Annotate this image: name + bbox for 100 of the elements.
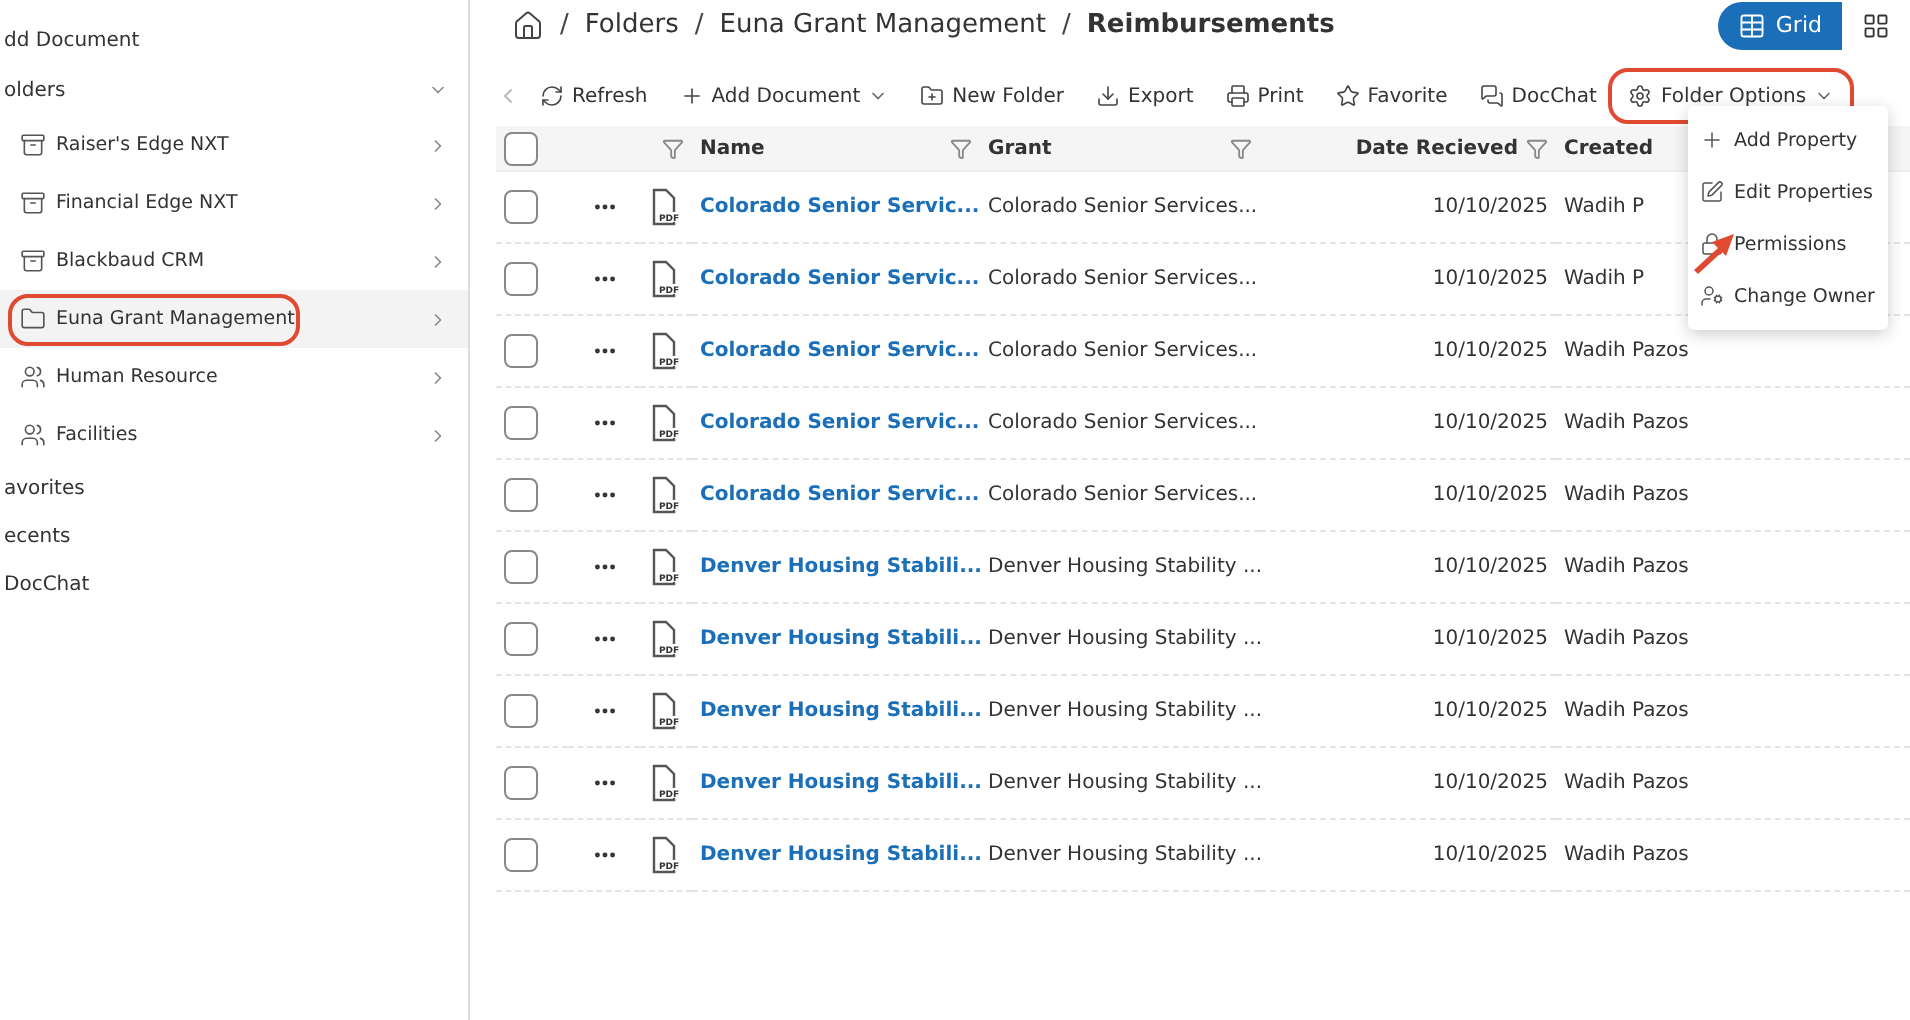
breadcrumb-link[interactable]: Reimbursements xyxy=(1086,10,1335,40)
menu-item[interactable]: Edit Properties xyxy=(1688,166,1888,218)
sidebar-item[interactable]: Financial Edge NXT xyxy=(0,174,468,232)
sidebar-item-label: Facilities xyxy=(56,424,140,446)
document-link[interactable]: Colorado Senior Servic... xyxy=(700,484,980,506)
menu-item[interactable]: Permissions xyxy=(1688,218,1888,270)
sidebar-item-label: Human Resource xyxy=(56,366,220,388)
filter-icon[interactable] xyxy=(1230,137,1252,159)
sidebar-item[interactable]: Facilities xyxy=(0,406,468,464)
sidebar-link[interactable]: ecents xyxy=(0,512,468,560)
row-checkbox[interactable] xyxy=(504,190,538,224)
tiles-icon xyxy=(1862,11,1890,39)
document-link[interactable]: Denver Housing Stabili... xyxy=(700,556,980,578)
chat-icon xyxy=(1479,84,1504,108)
row-checkbox[interactable] xyxy=(504,838,538,872)
toolbar-button[interactable]: Add Document xyxy=(667,74,901,118)
table-cell: Denver Housing Stability ... xyxy=(988,628,1260,650)
document-link[interactable]: Denver Housing Stabili... xyxy=(700,700,980,722)
table-cell: Wadih Pazos xyxy=(1564,340,1689,362)
table-icon xyxy=(1737,11,1766,39)
document-link[interactable]: Denver Housing Stabili... xyxy=(700,772,980,794)
row-checkbox[interactable] xyxy=(504,622,538,656)
table-cell: Denver Housing Stability ... xyxy=(988,844,1260,866)
refresh-icon xyxy=(540,84,564,108)
sidebar-item[interactable]: Raiser's Edge NXT xyxy=(0,116,468,174)
sidebar-link[interactable]: dd Document xyxy=(0,16,468,64)
table-cell: 10/10/2025 xyxy=(1432,484,1548,506)
row-checkbox[interactable] xyxy=(504,406,538,440)
document-link[interactable]: Colorado Senior Servic... xyxy=(700,196,980,218)
toolbar-button[interactable]: Export xyxy=(1084,74,1206,118)
filter-icon[interactable] xyxy=(1526,137,1548,159)
table-cell: Colorado Senior Services... xyxy=(988,340,1258,362)
select-all-checkbox[interactable] xyxy=(504,131,538,165)
table-cell: 10/10/2025 xyxy=(1432,268,1548,290)
row-checkbox[interactable] xyxy=(504,334,538,368)
document-link[interactable]: Colorado Senior Servic... xyxy=(700,412,980,434)
toolbar-button[interactable]: Favorite xyxy=(1323,74,1460,118)
table-cell: Colorado Senior Services... xyxy=(988,196,1258,218)
table-cell: Wadih Pazos xyxy=(1564,628,1689,650)
sidebar-item[interactable]: Human Resource xyxy=(0,348,468,406)
row-checkbox[interactable] xyxy=(504,478,538,512)
toolbar-button[interactable]: DocChat xyxy=(1467,74,1609,118)
row-checkbox[interactable] xyxy=(504,262,538,296)
document-link[interactable]: Denver Housing Stabili... xyxy=(700,844,980,866)
column-header[interactable]: Grant xyxy=(988,137,1052,159)
breadcrumb-link[interactable]: Euna Grant Management xyxy=(719,10,1047,40)
table-cell: Wadih Pazos xyxy=(1564,556,1689,578)
table-cell: 10/10/2025 xyxy=(1432,700,1548,722)
row-checkbox[interactable] xyxy=(504,694,538,728)
filter-icon[interactable] xyxy=(950,137,972,159)
view-toggle-button[interactable]: Grid xyxy=(1717,1,1842,49)
column-header[interactable]: Date Recieved xyxy=(1355,137,1518,159)
table-cell: 10/10/2025 xyxy=(1432,628,1548,650)
lock-icon xyxy=(1700,232,1724,256)
column-header[interactable]: Name xyxy=(700,137,765,159)
table-cell: Wadih Pazos xyxy=(1564,700,1689,722)
user-gear-icon xyxy=(1700,284,1724,308)
row-checkbox[interactable] xyxy=(504,550,538,584)
filter-icon[interactable] xyxy=(662,137,684,159)
column-header[interactable]: Created xyxy=(1564,137,1654,159)
table-cell: Wadih Pazos xyxy=(1564,844,1689,866)
table-cell: 10/10/2025 xyxy=(1432,196,1548,218)
folder-icon xyxy=(20,306,46,332)
document-link[interactable]: Colorado Senior Servic... xyxy=(700,340,980,362)
menu-item[interactable]: Change Owner xyxy=(1688,270,1888,322)
folder-plus-icon xyxy=(920,84,945,108)
cabinet-icon xyxy=(20,248,46,274)
document-link[interactable]: Colorado Senior Servic... xyxy=(700,268,980,290)
toolbar-button[interactable]: New Folder xyxy=(908,74,1077,118)
table-cell: Denver Housing Stability ... xyxy=(988,700,1260,722)
sidebar-item-label: Financial Edge NXT xyxy=(56,192,240,214)
sidebar-link[interactable]: avorites xyxy=(0,464,468,512)
row-checkbox[interactable] xyxy=(504,766,538,800)
table-cell: Colorado Senior Services... xyxy=(988,268,1258,290)
sidebar-item[interactable]: Euna Grant Management xyxy=(0,290,468,348)
breadcrumb-link[interactable]: Folders xyxy=(584,10,679,40)
table-cell: Denver Housing Stability ... xyxy=(988,556,1260,578)
table-cell: 10/10/2025 xyxy=(1432,844,1548,866)
document-link[interactable]: Denver Housing Stabili... xyxy=(700,628,980,650)
settings-icon xyxy=(1628,84,1653,108)
table-cell: Colorado Senior Services... xyxy=(988,484,1258,506)
sidebar-item-label: Euna Grant Management xyxy=(56,308,297,330)
star-icon xyxy=(1335,84,1360,108)
cabinet-icon xyxy=(20,132,46,158)
table-cell: Wadih P xyxy=(1564,196,1645,218)
edit-icon xyxy=(1700,180,1724,204)
sidebar-item-label: Raiser's Edge NXT xyxy=(56,134,231,156)
menu-item[interactable]: Add Property xyxy=(1688,114,1888,166)
home-icon[interactable] xyxy=(512,9,544,41)
sidebar-group[interactable]: olders xyxy=(0,66,66,114)
toolbar-button[interactable]: Refresh xyxy=(528,74,660,118)
people-icon xyxy=(20,364,46,390)
sidebar-link[interactable]: DocChat xyxy=(0,560,468,608)
toolbar-button[interactable]: Print xyxy=(1213,74,1316,118)
table-cell: 10/10/2025 xyxy=(1432,772,1548,794)
sidebar-item[interactable]: Blackbaud CRM xyxy=(0,232,468,290)
download-icon xyxy=(1096,84,1121,108)
table-cell: 10/10/2025 xyxy=(1432,556,1548,578)
printer-icon xyxy=(1225,84,1250,108)
table-cell: 10/10/2025 xyxy=(1432,412,1548,434)
